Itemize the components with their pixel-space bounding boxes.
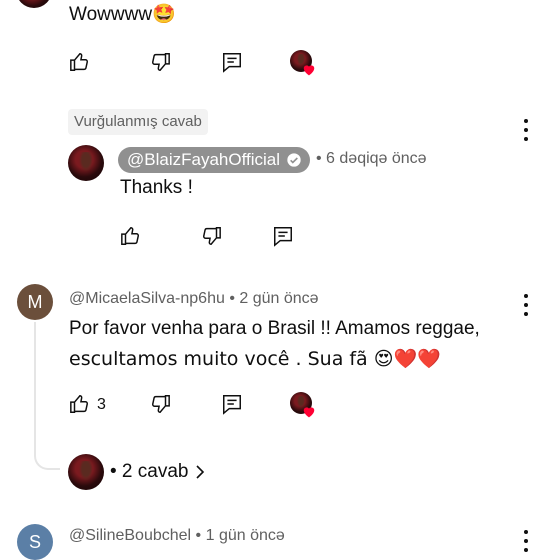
- avatar-siline[interactable]: S: [17, 524, 53, 560]
- reply-comment-icon: [274, 227, 292, 247]
- like-count-micaela-value: 3: [97, 396, 106, 413]
- avatar-siline-letter: S: [28, 531, 41, 552]
- comment-timestamp-siline: • 1 gün öncə: [195, 527, 285, 544]
- dislike-button-top[interactable]: [149, 51, 171, 73]
- highlighted-reply-chip-label: Vurğulanmış cavab: [74, 113, 202, 130]
- comment-text-micaela: Por favor venha para o Brasil !! Amamos …: [69, 313, 480, 375]
- thumb-down-icon: [203, 227, 221, 245]
- creator-heart-avatar-micaela: [290, 392, 315, 418]
- more-vert-icon: [524, 119, 528, 123]
- thumb-up-icon: [70, 395, 88, 413]
- avatar-top-comment[interactable]: [16, 0, 52, 8]
- reply-timestamp: • 6 dəqiqə öncə: [316, 150, 427, 168]
- more-vert-icon: [524, 294, 528, 298]
- heart-icon: [303, 407, 315, 418]
- channel-owner-chip[interactable]: @BlaizFayahOfficial: [118, 147, 310, 173]
- reply-timestamp-text: • 6 dəqiqə öncə: [316, 150, 427, 167]
- highlighted-reply-text: Thanks !: [120, 172, 193, 203]
- avatar-replies-preview[interactable]: [68, 454, 104, 490]
- like-button-micaela[interactable]: [69, 393, 91, 415]
- avatar-micaela-letter: M: [27, 291, 43, 312]
- reply-button-highlighted[interactable]: [272, 225, 294, 247]
- reply-comment-icon: [223, 395, 241, 415]
- dislike-button-highlighted[interactable]: [200, 225, 222, 247]
- thread-connector-line: [34, 322, 60, 470]
- comment-timestamp-micaela: • 2 gün öncə: [229, 290, 319, 307]
- comment-header-micaela: @MicaelaSilva-np6hu • 2 gün öncə: [69, 290, 319, 308]
- more-vert-icon: [524, 530, 528, 534]
- thumb-down-icon: [152, 395, 170, 413]
- reply-button-micaela[interactable]: [221, 393, 243, 415]
- heart-icon: [303, 65, 315, 76]
- like-count-micaela: 3: [97, 396, 106, 414]
- top-comment-text-content: Wowwww🤩: [69, 4, 176, 25]
- dislike-button-micaela[interactable]: [149, 393, 171, 415]
- avatar-blaizfayah[interactable]: [68, 145, 104, 181]
- comment-text-micaela-line2: escultamos muito você . Sua fã 😍❤️❤️: [69, 348, 441, 370]
- thumb-up-icon: [70, 53, 88, 71]
- creator-heart-avatar-top: [290, 50, 315, 76]
- top-comment-text: Wowwww🤩: [69, 0, 176, 30]
- thumb-down-icon: [152, 53, 170, 71]
- like-button-highlighted[interactable]: [120, 225, 142, 247]
- reply-comment-icon: [223, 53, 241, 73]
- like-button-top[interactable]: [69, 51, 91, 73]
- thumb-up-icon: [121, 227, 139, 245]
- more-options-button-micaela[interactable]: [516, 294, 536, 316]
- highlighted-reply-text-content: Thanks !: [120, 177, 193, 198]
- view-replies-button[interactable]: • 2 cavab: [110, 461, 206, 483]
- author-name-siline[interactable]: @SilineBoubchel: [69, 527, 191, 544]
- replies-count-label: • 2 cavab: [110, 461, 189, 482]
- avatar-micaela[interactable]: M: [17, 284, 53, 320]
- comment-text-micaela-line1: Por favor venha para o Brasil !! Amamos …: [69, 318, 480, 339]
- highlighted-reply-chip: Vurğulanmış cavab: [68, 109, 208, 135]
- reply-button-top[interactable]: [221, 51, 243, 73]
- more-options-button-highlighted[interactable]: [516, 119, 536, 141]
- more-options-button-siline[interactable]: [516, 530, 536, 552]
- verified-check-icon: [287, 153, 301, 167]
- author-name-blaizfayah: @BlaizFayahOfficial: [127, 150, 280, 169]
- author-name-micaela[interactable]: @MicaelaSilva-np6hu: [69, 290, 225, 307]
- comment-header-siline: @SilineBoubchel • 1 gün öncə: [69, 527, 285, 545]
- chevron-right-icon: [196, 465, 205, 479]
